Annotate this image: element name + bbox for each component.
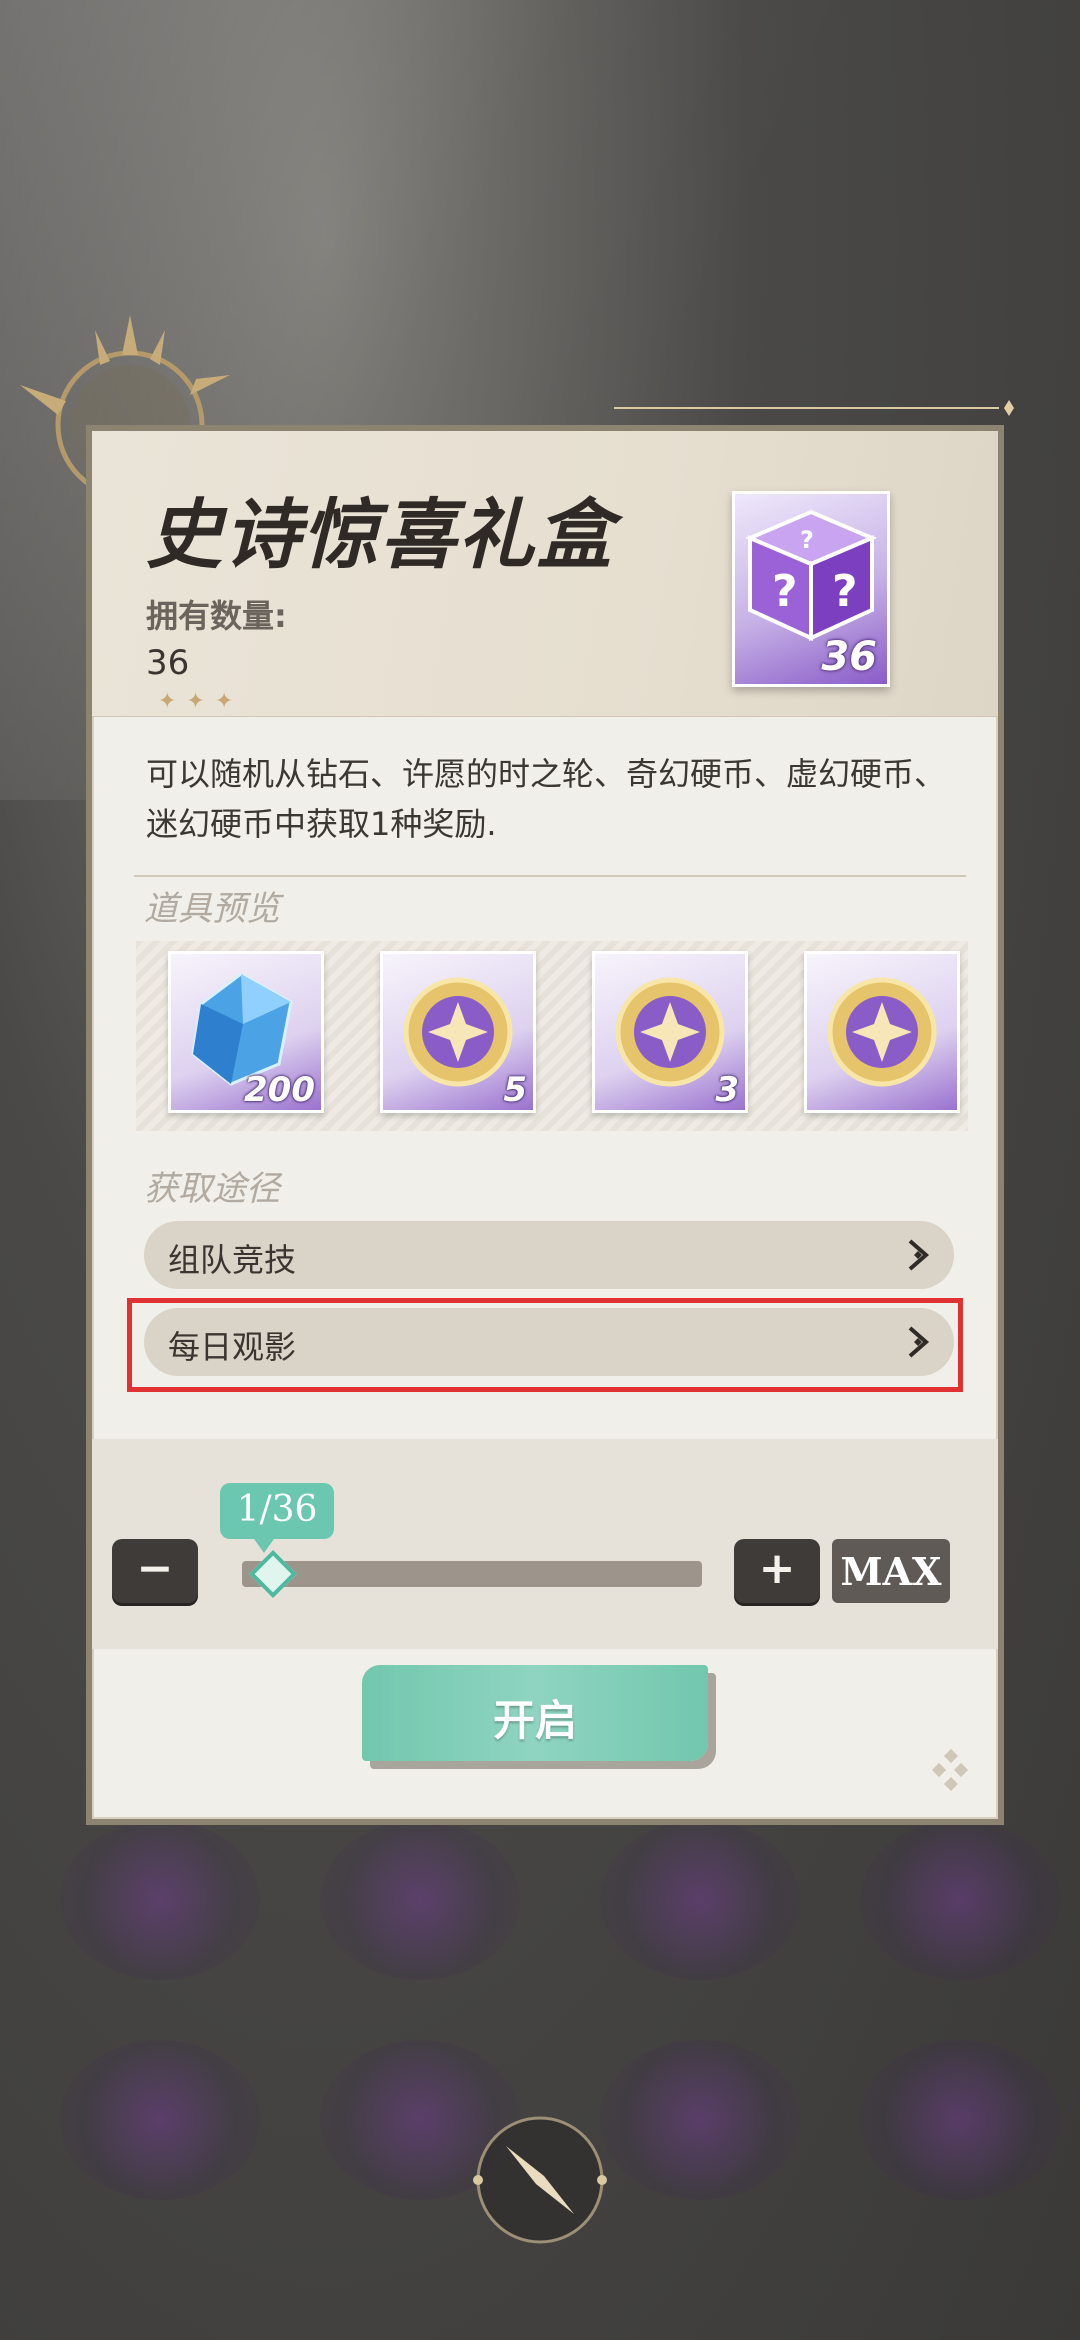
open-button[interactable]: 开启 bbox=[362, 1665, 708, 1761]
close-button[interactable] bbox=[470, 2110, 610, 2250]
mystery-box-icon: ? ? ? bbox=[744, 509, 878, 642]
chevron-right-icon bbox=[908, 1239, 930, 1271]
source-route-team-battle[interactable]: 组队竞技 bbox=[144, 1221, 954, 1289]
quantity-slider-handle[interactable] bbox=[248, 1549, 298, 1599]
item-quantity: 3 bbox=[715, 1070, 739, 1110]
minus-icon: − bbox=[136, 1543, 174, 1594]
background-decor bbox=[320, 1820, 520, 1980]
svg-text:?: ? bbox=[832, 566, 858, 617]
increase-button[interactable]: + bbox=[734, 1539, 820, 1603]
panel-corner-ornament-icon bbox=[614, 400, 1014, 416]
preview-item-list[interactable]: 200 5 3 bbox=[136, 941, 968, 1131]
decrease-button[interactable]: − bbox=[112, 1539, 198, 1603]
source-route-label: 组队竞技 bbox=[168, 1241, 297, 1279]
section-divider bbox=[134, 875, 966, 877]
quantity-slider-track[interactable] bbox=[242, 1561, 702, 1587]
owned-count-value: 36 bbox=[146, 643, 190, 683]
max-button-label: MAX bbox=[840, 1549, 942, 1594]
preview-item-diamond[interactable]: 200 bbox=[168, 951, 324, 1113]
preview-item-coin[interactable] bbox=[804, 951, 960, 1113]
max-button[interactable]: MAX bbox=[832, 1539, 950, 1603]
background-decor bbox=[860, 2040, 1060, 2200]
owned-count-label: 拥有数量: bbox=[146, 597, 287, 635]
background-decor bbox=[860, 1820, 1060, 1980]
coin-icon bbox=[827, 977, 937, 1087]
preview-item-coin[interactable]: 5 bbox=[380, 951, 536, 1113]
background-decor bbox=[60, 1820, 260, 1980]
background-decor bbox=[600, 1820, 800, 1980]
star-ornament-icon: ✦✦✦ bbox=[158, 689, 244, 714]
item-quantity: 200 bbox=[244, 1070, 315, 1110]
highlight-box bbox=[127, 1298, 963, 1392]
quantity-value-text: 1/36 bbox=[236, 1489, 318, 1530]
background-decor bbox=[60, 2040, 260, 2200]
corner-diamond-ornament-icon bbox=[931, 1748, 969, 1792]
source-section-label: 获取途径 bbox=[144, 1169, 280, 1209]
background-decor bbox=[600, 2040, 800, 2200]
item-detail-popup: 史诗惊喜礼盒 拥有数量: 36 ✦✦✦ ? ? ? 36 可以随机从钻石、许愿的… bbox=[86, 425, 1004, 1825]
popup-header: 史诗惊喜礼盒 拥有数量: 36 ✦✦✦ ? ? ? 36 bbox=[92, 431, 998, 717]
quantity-value-bubble: 1/36 bbox=[220, 1483, 334, 1553]
quantity-selector: 1/36 − + MAX bbox=[92, 1439, 998, 1649]
popup-title: 史诗惊喜礼盒 bbox=[146, 490, 614, 579]
open-button-label: 开启 bbox=[492, 1696, 577, 1745]
preview-section-label: 道具预览 bbox=[144, 889, 280, 929]
preview-item-coin[interactable]: 3 bbox=[592, 951, 748, 1113]
item-quantity: 5 bbox=[503, 1070, 527, 1110]
svg-text:?: ? bbox=[772, 566, 798, 617]
item-description: 可以随机从钻石、许愿的时之轮、奇幻硬币、虚幻硬币、迷幻硬币中获取1种奖励. bbox=[146, 755, 947, 843]
plus-icon: + bbox=[758, 1543, 796, 1594]
box-count-badge: 36 bbox=[821, 634, 877, 680]
gift-box-tile: ? ? ? 36 bbox=[732, 491, 890, 687]
svg-text:?: ? bbox=[800, 526, 814, 554]
